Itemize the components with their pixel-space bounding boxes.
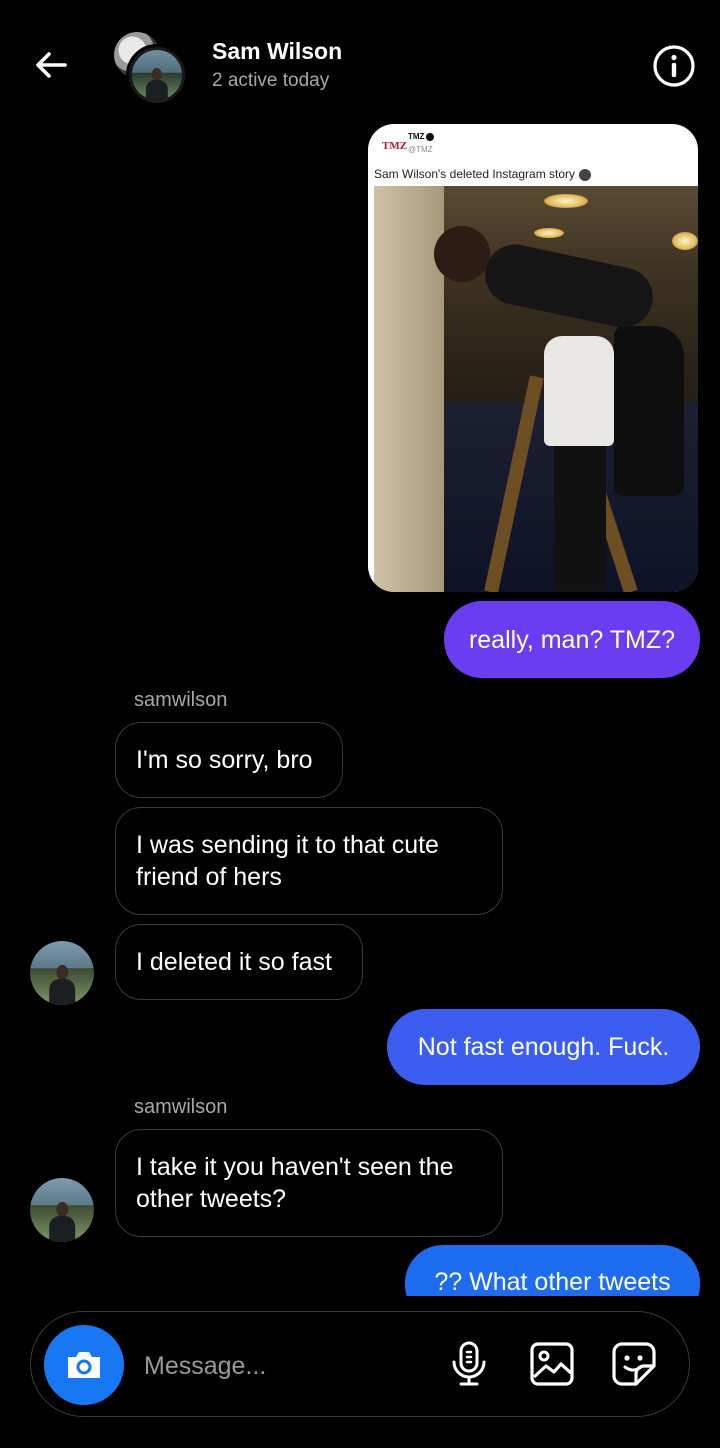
outgoing-message[interactable]: really, man? TMZ? [444,601,700,678]
source-name: TMZ [408,132,435,141]
incoming-message[interactable]: I take it you haven't seen the other twe… [115,1129,503,1237]
message-text: really, man? TMZ? [468,625,676,654]
verified-icon [426,132,435,141]
message-text: Not fast enough. Fuck. [417,1033,670,1061]
incoming-message[interactable]: I deleted it so fast [115,924,363,1000]
sender-name: samwilson [134,1096,228,1118]
sender-avatar[interactable] [30,941,94,1005]
message-text-line: other tweets? [136,1185,287,1213]
message-text: ?? What other tweets [434,1268,671,1296]
message-text: I deleted it so fast [136,948,332,976]
source-handle: @TMZ [408,145,433,154]
gallery-button[interactable] [527,1339,577,1389]
sticker-button[interactable] [609,1339,659,1389]
camera-icon [68,1352,100,1378]
outgoing-message[interactable]: ?? What other tweets [405,1245,700,1296]
incoming-message[interactable]: I'm so sorry, bro [115,722,343,798]
chat-thread[interactable]: TMZ TMZ @TMZ Sam Wilson's deleted Instag… [0,0,720,1296]
microphone-icon [452,1341,486,1386]
source-logo: TMZ [382,140,408,152]
shared-post[interactable]: TMZ TMZ @TMZ Sam Wilson's deleted Instag… [368,124,698,592]
message-text-line: I take it you haven't seen the [136,1153,454,1181]
message-input[interactable] [144,1346,424,1386]
sender-avatar[interactable] [30,1178,94,1242]
post-image [374,186,698,592]
image-icon [530,1342,574,1386]
incoming-message[interactable]: I was sending it to that cute friend of … [115,807,503,915]
message-text-line: friend of hers [136,863,282,891]
sticker-icon [612,1342,656,1386]
outgoing-message[interactable]: Not fast enough. Fuck. [387,1009,700,1085]
message-text-line: I was sending it to that cute [136,831,439,859]
microphone-button[interactable] [444,1339,494,1389]
message-text: I'm so sorry, bro [136,746,313,774]
camera-button[interactable] [44,1325,124,1405]
skull-icon [579,168,592,181]
sender-name: samwilson [134,689,228,711]
post-caption: Sam Wilson's deleted Instagram story [374,167,592,181]
